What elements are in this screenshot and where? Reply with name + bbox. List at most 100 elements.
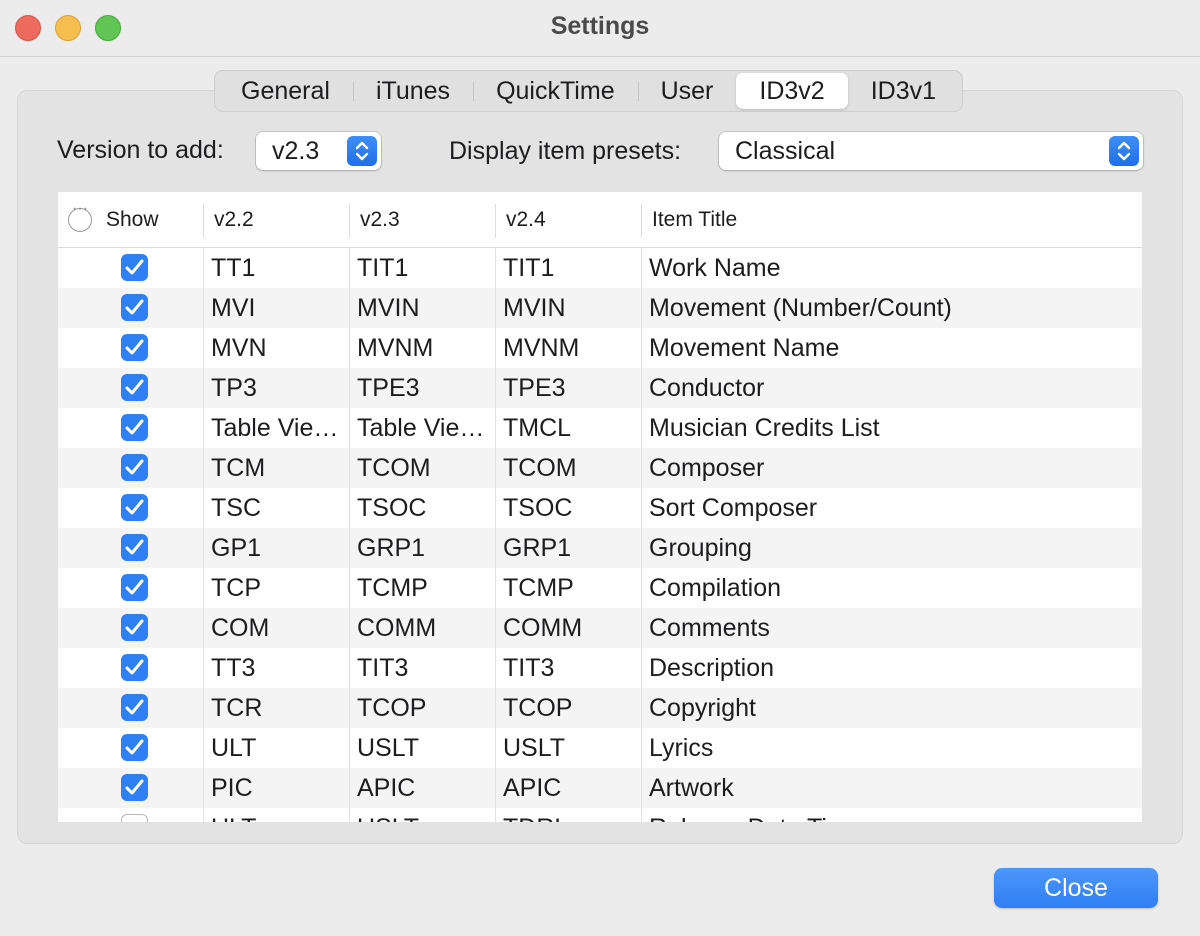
tab-id3v1[interactable]: ID3v1 xyxy=(848,73,959,109)
table-row[interactable]: TCM TCOM TCOM Composer xyxy=(58,448,1142,488)
v22-cell: TCR xyxy=(211,694,263,722)
v23-cell: TPE3 xyxy=(357,374,420,402)
tab-quicktime[interactable]: QuickTime xyxy=(473,73,638,109)
v22-cell: MVN xyxy=(211,334,267,362)
v24-cell: TSOC xyxy=(503,494,573,522)
table-row[interactable]: TCP TCMP TCMP Compilation xyxy=(58,568,1142,608)
version-label: Version to add: xyxy=(57,136,224,164)
show-checkbox[interactable] xyxy=(121,694,148,721)
v23-cell: GRP1 xyxy=(357,534,426,562)
item-title-cell: Work Name xyxy=(649,254,781,282)
table-row[interactable]: ULT USLT TDRL Release Date Time xyxy=(58,808,1142,822)
item-title-cell: Composer xyxy=(649,454,765,482)
item-title-cell: Compilation xyxy=(649,574,782,602)
column-header-v23[interactable]: v2.3 xyxy=(360,192,400,247)
v24-cell: TMCL xyxy=(503,414,572,442)
tab-itunes[interactable]: iTunes xyxy=(352,73,473,109)
v23-cell: Table Vie… xyxy=(357,414,485,442)
v24-cell: TIT1 xyxy=(503,254,555,282)
show-checkbox[interactable] xyxy=(121,534,148,561)
table-row[interactable]: ULT USLT USLT Lyrics xyxy=(58,728,1142,768)
table-row[interactable]: PIC APIC APIC Artwork xyxy=(58,768,1142,808)
v24-cell: COMM xyxy=(503,614,583,642)
table-row[interactable]: TP3 TPE3 TPE3 Conductor xyxy=(58,368,1142,408)
show-checkbox[interactable] xyxy=(121,774,148,801)
v24-cell: GRP1 xyxy=(503,534,572,562)
v22-cell: MVI xyxy=(211,294,256,322)
v22-cell: PIC xyxy=(211,774,253,802)
v23-cell: COMM xyxy=(357,614,437,642)
v23-cell: USLT xyxy=(357,808,495,822)
version-popup[interactable]: v2.3 xyxy=(256,132,381,170)
item-title-cell: Description xyxy=(649,654,775,682)
table-row[interactable]: MVN MVNM MVNM Movement Name xyxy=(58,328,1142,368)
item-title-cell: Musician Credits List xyxy=(649,414,880,442)
v23-cell: TIT3 xyxy=(357,654,409,682)
more-options-icon[interactable] xyxy=(68,200,92,232)
show-checkbox[interactable] xyxy=(121,294,148,321)
v24-cell: MVIN xyxy=(503,294,566,322)
show-checkbox[interactable] xyxy=(121,814,148,822)
show-checkbox[interactable] xyxy=(121,254,148,281)
item-title-cell: Comments xyxy=(649,614,770,642)
window-title: Settings xyxy=(550,12,650,40)
tab-general[interactable]: General xyxy=(218,73,353,109)
show-checkbox[interactable] xyxy=(121,334,148,361)
v24-cell: TCOP xyxy=(503,694,573,722)
v24-cell: APIC xyxy=(503,774,562,802)
tab-user[interactable]: User xyxy=(637,73,737,109)
v22-cell: TCM xyxy=(211,454,266,482)
v22-cell: ULT xyxy=(211,808,349,822)
v22-cell: Table Vie… xyxy=(211,414,339,442)
column-header-v24[interactable]: v2.4 xyxy=(506,192,546,247)
v23-cell: TCOM xyxy=(357,454,431,482)
table-row[interactable]: GP1 GRP1 GRP1 Grouping xyxy=(58,528,1142,568)
show-checkbox[interactable] xyxy=(121,614,148,641)
show-checkbox[interactable] xyxy=(121,414,148,441)
table-row[interactable]: TSC TSOC TSOC Sort Composer xyxy=(58,488,1142,528)
v23-cell: APIC xyxy=(357,774,416,802)
table-row[interactable]: MVI MVIN MVIN Movement (Number/Count) xyxy=(58,288,1142,328)
v24-cell: TCMP xyxy=(503,574,574,602)
item-title-cell: Release Date Time xyxy=(649,808,1129,822)
id3-items-table: Show v2.2 v2.3 v2.4 Item Title TT1 TIT1 TI… xyxy=(58,192,1142,822)
item-title-cell: Sort Composer xyxy=(649,494,818,522)
column-header-item-title[interactable]: Item Title xyxy=(652,192,737,247)
tab-id3v2[interactable]: ID3v2 xyxy=(736,73,848,109)
show-checkbox[interactable] xyxy=(121,494,148,521)
table-row[interactable]: Table Vie… Table Vie… TMCL Musician Credits… xyxy=(58,408,1142,448)
show-checkbox[interactable] xyxy=(121,574,148,601)
v23-cell: TSOC xyxy=(357,494,427,522)
show-checkbox[interactable] xyxy=(121,374,148,401)
item-title-cell: Movement Name xyxy=(649,334,840,362)
chevron-updown-icon xyxy=(1109,136,1139,166)
column-header-show[interactable]: Show xyxy=(106,192,159,247)
table-row[interactable]: TT1 TIT1 TIT1 Work Name xyxy=(58,248,1142,288)
tab-bar: General iTunes QuickTime User ID3v2 ID3v1 xyxy=(214,70,964,112)
item-title-cell: Movement (Number/Count) xyxy=(649,294,952,322)
table-row[interactable]: COM COMM COMM Comments xyxy=(58,608,1142,648)
settings-window: Settings General iTunes QuickTime User ID3v2… xyxy=(0,0,1200,936)
chevron-updown-icon xyxy=(347,136,377,166)
table-row[interactable]: TT3 TIT3 TIT3 Description xyxy=(58,648,1142,688)
v22-cell: COM xyxy=(211,614,270,642)
presets-label: Display item presets: xyxy=(449,137,682,165)
item-title-cell: Grouping xyxy=(649,534,752,562)
presets-popup[interactable]: Classical xyxy=(719,132,1143,170)
v23-cell: TCMP xyxy=(357,574,428,602)
show-checkbox[interactable] xyxy=(121,654,148,681)
v23-cell: USLT xyxy=(357,734,420,762)
item-title-cell: Lyrics xyxy=(649,734,714,762)
v22-cell: TP3 xyxy=(211,374,257,402)
column-header-v22[interactable]: v2.2 xyxy=(214,192,254,247)
table-body: TT1 TIT1 TIT1 Work Name MVI MVIN MVIN Movement … xyxy=(58,248,1142,822)
show-checkbox[interactable] xyxy=(121,734,148,761)
show-checkbox[interactable] xyxy=(121,454,148,481)
close-button[interactable]: Close xyxy=(994,868,1158,908)
v23-cell: TIT1 xyxy=(357,254,409,282)
v24-cell: TPE3 xyxy=(503,374,566,402)
v22-cell: ULT xyxy=(211,734,257,762)
table-row[interactable]: TCR TCOP TCOP Copyright xyxy=(58,688,1142,728)
version-value: v2.3 xyxy=(272,137,320,165)
v24-cell: USLT xyxy=(503,734,566,762)
